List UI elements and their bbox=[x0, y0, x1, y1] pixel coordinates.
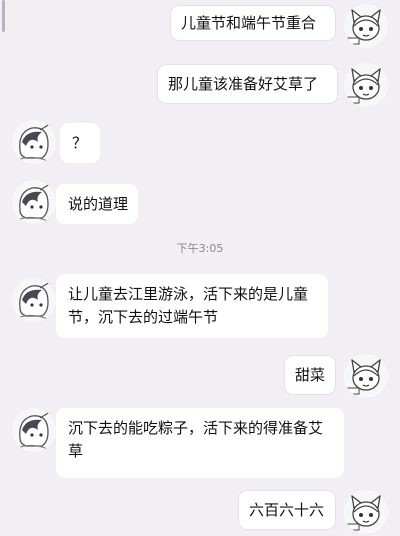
self-avatar-icon[interactable] bbox=[344, 490, 388, 534]
outgoing-message-bubble[interactable]: 那儿童该准备好艾草了 bbox=[157, 64, 338, 104]
self-avatar-icon[interactable] bbox=[344, 4, 388, 48]
message-row: 儿童节和端午节重合 bbox=[0, 4, 400, 48]
outgoing-message-bubble[interactable]: 儿童节和端午节重合 bbox=[170, 5, 336, 41]
self-avatar-icon[interactable] bbox=[344, 63, 388, 107]
other-avatar-icon[interactable] bbox=[12, 278, 56, 322]
other-avatar-icon[interactable] bbox=[12, 408, 56, 452]
message-timestamp: 下午3:05 bbox=[176, 242, 224, 255]
message-row: 那儿童该准备好艾草了 bbox=[0, 61, 400, 107]
incoming-message-bubble[interactable]: ？ bbox=[60, 123, 100, 163]
message-row: 甜菜 bbox=[0, 352, 400, 400]
self-avatar-icon[interactable] bbox=[344, 354, 388, 398]
incoming-message-bubble[interactable]: 沉下去的能吃粽子，活下来的得准备艾草 bbox=[56, 408, 344, 478]
incoming-message-bubble[interactable]: 让儿童去江里游泳，活下来的是儿童节，沉下去的过端午节 bbox=[56, 274, 328, 338]
message-row: 六百六十六 bbox=[0, 488, 400, 536]
message-row: ？ bbox=[0, 120, 400, 168]
message-row: 沉下去的能吃粽子，活下来的得准备艾草 bbox=[0, 404, 400, 480]
outgoing-message-bubble[interactable]: 甜菜 bbox=[284, 355, 336, 395]
incoming-message-bubble[interactable]: 说的道理 bbox=[56, 184, 138, 224]
other-avatar-icon[interactable] bbox=[12, 120, 56, 164]
message-row: 说的道理 bbox=[0, 180, 400, 228]
outgoing-message-bubble[interactable]: 六百六十六 bbox=[238, 490, 336, 530]
other-avatar-icon[interactable] bbox=[12, 180, 56, 224]
chat-view: 儿童节和端午节重合 那儿童该准备好艾草了 ？ 说的道理 下午3:05 让儿童去江… bbox=[0, 0, 400, 536]
message-row: 让儿童去江里游泳，活下来的是儿童节，沉下去的过端午节 bbox=[0, 272, 400, 342]
